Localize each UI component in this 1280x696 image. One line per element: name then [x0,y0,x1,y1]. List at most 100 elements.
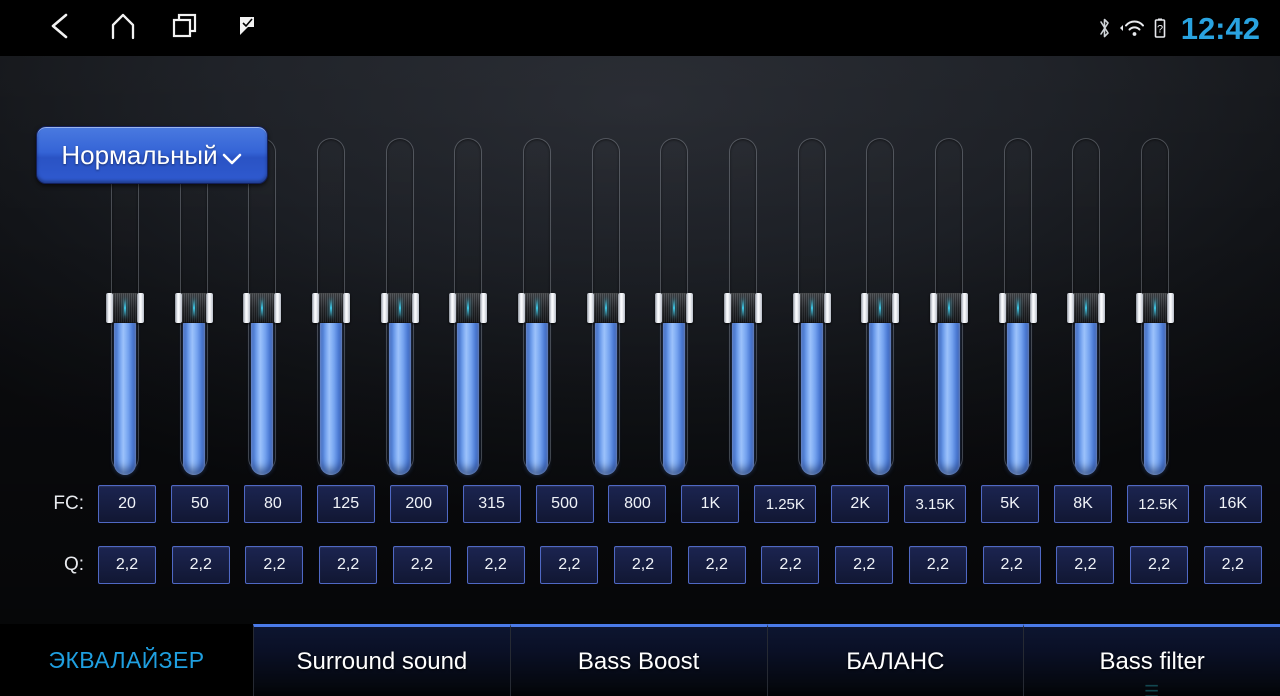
q-row: Q: 2,2 2,2 2,2 2,2 2,2 2,2 2,2 2,2 2,2 2,2 2,2 2,2 2… [0,546,1280,584]
back-button[interactable] [30,0,92,56]
preset-label-wrap: Нормальный [61,140,242,171]
bookmark-button[interactable] [216,0,278,56]
thumb-grip-right [960,293,968,324]
thumb-core [662,293,687,324]
status-bar: ? 12:42 [0,0,1280,56]
q-value-cell[interactable]: 2,2 [540,546,599,584]
q-value-cell[interactable]: 2,2 [614,546,673,584]
slider-column [1135,138,1174,478]
q-value-cell[interactable]: 2,2 [171,546,230,584]
slider-thumb[interactable] [380,293,419,324]
slider-column [655,138,694,478]
slider-thumb[interactable] [929,293,968,324]
svg-text:?: ? [1157,24,1163,36]
slider-thumb[interactable] [998,293,1037,324]
slider-fill [1143,314,1166,475]
q-value-cell[interactable]: 2,2 [392,546,451,584]
fc-row-label: FC: [53,493,84,514]
thumb-grip-left [311,293,319,324]
tab-item-1[interactable]: Surround sound [253,624,510,696]
q-value-cell[interactable]: 2,2 [1056,546,1115,584]
thumb-core [868,293,893,324]
slider-fill [594,314,617,475]
thumb-grip-right [1029,293,1037,324]
fc-value-cell[interactable]: 50 [170,485,229,523]
slider-fill [663,314,686,475]
tab-label: Bass filter [1099,647,1205,675]
slider-column [517,138,556,478]
slider-column [106,138,144,478]
slider-fill [388,314,411,475]
fc-value-cell[interactable]: 20 [98,485,156,523]
slider-thumb[interactable] [586,293,625,324]
home-button[interactable] [92,0,154,56]
recents-button[interactable] [154,0,216,56]
thumb-core [1074,293,1099,324]
thumb-grip-right [892,293,900,324]
thumb-core [1142,293,1167,324]
slider-thumb[interactable] [311,293,350,324]
thumb-grip-right [137,293,144,324]
equalizer-sliders [0,138,1280,488]
q-value-cell[interactable]: 2,2 [908,546,967,584]
slider-thumb[interactable] [723,293,762,324]
thumb-grip-left [517,293,525,324]
q-value-cell[interactable]: 2,2 [245,546,304,584]
slider-fill [319,314,342,475]
slider-fill [869,314,892,475]
fc-value-cell[interactable]: 315 [462,485,521,523]
slider-fill [1075,314,1098,475]
q-value-cell[interactable]: 2,2 [319,546,378,584]
fc-value-cell[interactable]: 1.25K [754,485,817,523]
slider-thumb[interactable] [1135,293,1174,324]
fc-value-cell[interactable]: 12.5K [1126,485,1189,523]
q-value-cell[interactable]: 2,2 [1203,546,1262,584]
tab-item-3[interactable]: БАЛАНС [766,624,1024,696]
q-value-cell[interactable]: 2,2 [835,546,894,584]
slider-thumb[interactable] [517,293,556,324]
q-value-cell[interactable]: 2,2 [98,546,156,584]
slider-thumb[interactable] [106,293,144,324]
tab-equalizer[interactable]: ЭКВАЛАЙЗЕР [0,624,253,696]
slider-fill [457,314,480,475]
q-value-cell[interactable]: 2,2 [466,546,525,584]
preset-dropdown-button[interactable]: Нормальный [36,126,268,184]
q-value-cell[interactable]: 2,2 [982,546,1041,584]
tab-label: Surround sound [296,647,468,675]
fc-value-cell[interactable]: 125 [316,485,375,523]
fc-value-cell[interactable]: 1K [681,485,740,523]
preset-label: Нормальный [61,139,218,170]
q-value-cell[interactable]: 2,2 [761,546,820,584]
fc-value-cell[interactable]: 2K [831,485,890,523]
slider-column [929,138,968,478]
slider-thumb[interactable] [1067,293,1106,324]
fc-value-cell[interactable]: 3.15K [904,485,967,523]
tab-item-4[interactable]: Bass filter ☰ [1023,624,1280,696]
fc-value-cell[interactable]: 500 [535,485,594,523]
tab-item-2[interactable]: Bass Boost [509,624,767,696]
fc-value-cell[interactable]: 5K [981,485,1040,523]
q-value-cell[interactable]: 2,2 [687,546,746,584]
thumb-grip-left [861,293,869,324]
thumb-grip-left [929,293,937,324]
q-row-label: Q: [63,554,84,575]
slider-thumb[interactable] [174,293,213,324]
q-value-cell[interactable]: 2,2 [1130,546,1189,584]
thumb-core [250,293,275,324]
fc-value-cell[interactable]: 80 [243,485,302,523]
fc-value-cell[interactable]: 16K [1203,485,1262,523]
fc-value-cell[interactable]: 200 [389,485,448,523]
fc-value-cell[interactable]: 800 [608,485,667,523]
fc-cell-group: 20 50 80 125 200 315 500 800 1K 1.25K 2K 3.15K 5K 8K 1… [98,485,1280,523]
slider-thumb[interactable] [243,293,282,324]
slider-thumb[interactable] [861,293,900,324]
thumb-core [387,293,412,324]
thumb-grip-right [342,293,350,324]
thumb-grip-right [1098,293,1106,324]
back-icon [48,11,74,46]
fc-value-cell[interactable]: 8K [1053,485,1112,523]
slider-thumb[interactable] [655,293,694,324]
thumb-grip-left [106,293,113,324]
slider-thumb[interactable] [792,293,831,324]
slider-thumb[interactable] [449,293,488,324]
